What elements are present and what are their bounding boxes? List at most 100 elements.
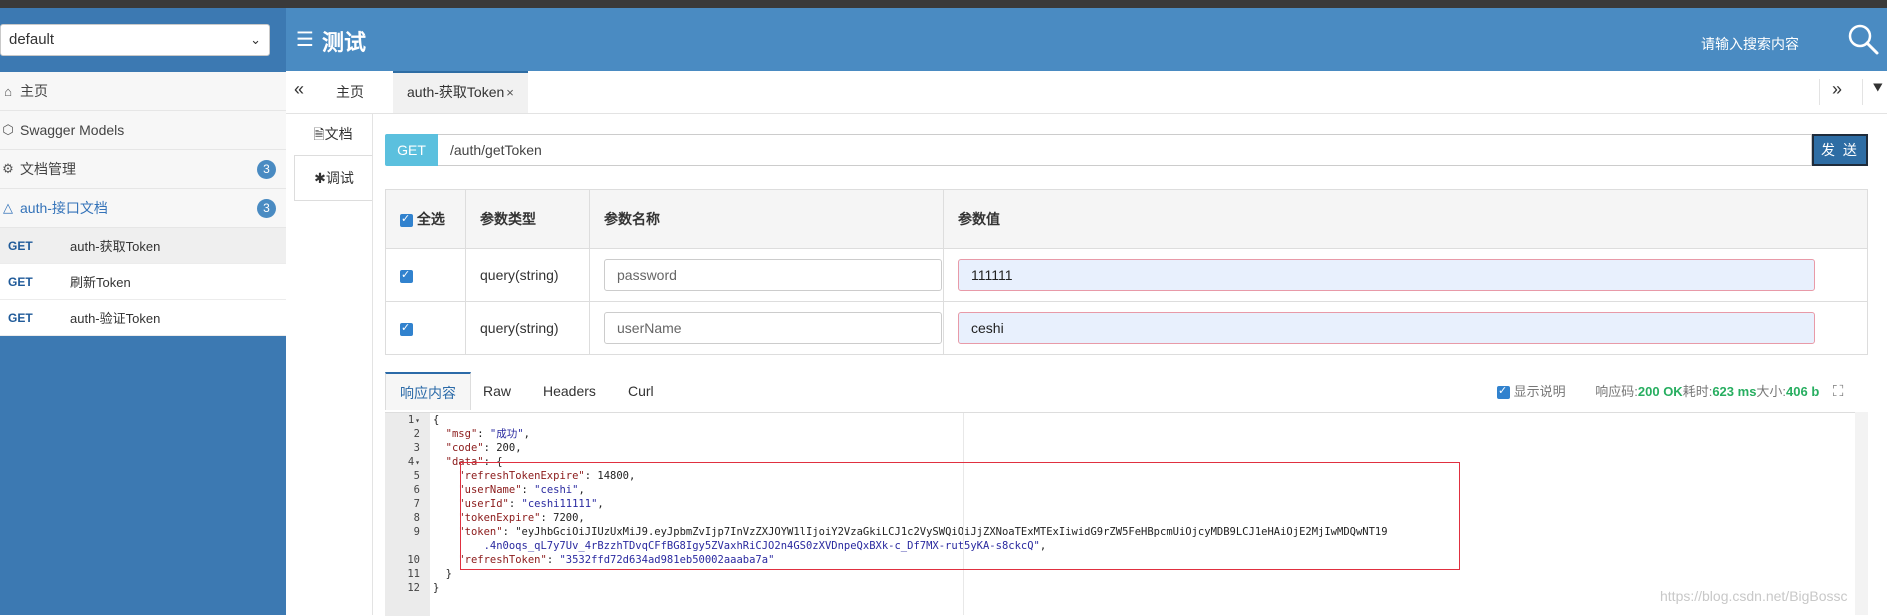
line-gutter: 1▾ 2 3 4▾ 5 6 7 8 9 10 11 12 — [385, 413, 430, 616]
count-badge: 3 — [257, 160, 276, 179]
code-line: "code": 200, — [445, 442, 522, 454]
subtab-debug[interactable]: ✱调试 — [294, 155, 373, 201]
select-all-header[interactable]: 全选 — [385, 189, 466, 249]
elapsed-value: 623 ms — [1712, 384, 1757, 399]
elapsed-label: 耗时: — [1682, 384, 1713, 399]
tab-label: 主页 — [336, 84, 364, 100]
line-number: 7 — [413, 498, 420, 510]
param-value-cell: ceshi — [943, 301, 1868, 355]
tab-curl[interactable]: Curl — [614, 372, 668, 410]
sidebar-item-home[interactable]: ⌂ 主页 — [0, 72, 286, 111]
api-item-refresh-token[interactable]: GET 刷新Token — [0, 264, 286, 300]
show-desc-label: 显示说明 — [1513, 384, 1566, 399]
table-row: query(string) password 111111 — [385, 248, 1868, 302]
subtab-label: 文档 — [324, 126, 353, 142]
cube-icon: ⬡ — [2, 122, 14, 137]
method-label: GET — [8, 274, 33, 289]
chevron-down-icon: ⌄ — [250, 32, 261, 47]
fullscreen-icon[interactable]: ⛶ — [1833, 383, 1844, 400]
file-icon: 🗎 — [313, 126, 325, 142]
param-value-input[interactable]: ceshi — [958, 312, 1815, 344]
row-checkbox-cell — [385, 248, 466, 302]
panel-divider — [372, 113, 373, 615]
line-number: 10 — [407, 554, 420, 566]
status-code-label: 响应码: — [1595, 384, 1638, 399]
bug-icon: ✱ — [314, 170, 326, 186]
param-table: 全选 参数类型 参数名称 参数值 query(string) password … — [385, 189, 1868, 355]
sidebar-item-label: 主页 — [20, 83, 48, 99]
method-label: GET — [8, 238, 33, 253]
sidebar-item-auth-docs[interactable]: △ auth-接口文档 3 — [0, 189, 286, 228]
code-line: "msg": "成功", — [445, 428, 530, 440]
group-select-value: default — [9, 31, 55, 48]
tab-raw[interactable]: Raw — [469, 372, 525, 410]
folder-icon: △ — [3, 200, 13, 215]
param-name-input[interactable]: password — [604, 259, 942, 291]
sidebar-item-doc-manage[interactable]: ⚙ 文档管理 3 — [0, 150, 286, 189]
tab-home[interactable]: 主页 — [322, 71, 378, 113]
size-label: 大小: — [1756, 384, 1787, 399]
line-number: 8 — [413, 512, 420, 524]
api-item-verify-token[interactable]: GET auth-验证Token — [0, 300, 286, 336]
watermark: https://blog.csdn.net/BigBossc — [1660, 588, 1848, 604]
url-input[interactable]: /auth/getToken — [438, 134, 1812, 166]
subtab-doc[interactable]: 🗎文档 — [294, 112, 372, 156]
api-name: auth-获取Token — [70, 239, 161, 254]
line-number: 5 — [413, 470, 420, 482]
send-button[interactable]: 发 送 — [1812, 134, 1868, 166]
sidebar: default ⌄ ⌂ 主页 ⬡ Swagger Models ⚙ 文档管理 3… — [0, 8, 286, 615]
param-name-cell: userName — [589, 301, 944, 355]
param-value-cell: 111111 — [943, 248, 1868, 302]
api-item-get-token[interactable]: GET auth-获取Token — [0, 228, 286, 264]
table-row: query(string) userName ceshi — [385, 301, 1868, 355]
line-number: 9 — [413, 526, 420, 538]
type-header: 参数类型 — [465, 189, 590, 249]
group-select[interactable]: default ⌄ — [0, 24, 270, 56]
subtab-label: 调试 — [325, 170, 354, 186]
sidebar-item-label: 文档管理 — [20, 161, 76, 177]
search-input[interactable]: 请输入搜索内容 — [1701, 34, 1799, 54]
select-all-checkbox[interactable] — [400, 212, 413, 227]
code-line: { — [433, 414, 440, 426]
home-icon: ⌂ — [4, 83, 12, 99]
tab-bar: « 主页 auth-获取Token × » ⯆ — [286, 71, 1887, 114]
tab-label: auth-获取Token — [407, 84, 505, 100]
size-value: 406 b — [1786, 384, 1820, 399]
show-desc-checkbox[interactable] — [1497, 384, 1510, 400]
row-checkbox[interactable] — [400, 321, 413, 336]
sidebar-item-label: auth-接口文档 — [20, 200, 108, 216]
select-all-label: 全选 — [416, 211, 445, 227]
row-checkbox[interactable] — [400, 268, 413, 283]
param-name-input[interactable]: userName — [604, 312, 942, 344]
line-number — [385, 539, 430, 553]
api-name: 刷新Token — [70, 275, 131, 290]
line-number: 6 — [413, 484, 420, 496]
window-top-strip — [0, 0, 1887, 8]
search-icon[interactable] — [1846, 22, 1880, 56]
sidebar-menu: ⌂ 主页 ⬡ Swagger Models ⚙ 文档管理 3 △ auth-接口… — [0, 72, 286, 336]
sidebar-item-swagger-models[interactable]: ⬡ Swagger Models — [0, 111, 286, 150]
value-header: 参数值 — [943, 189, 1868, 249]
param-name-cell: password — [589, 248, 944, 302]
api-name: auth-验证Token — [70, 311, 161, 326]
row-checkbox-cell — [385, 301, 466, 355]
status-code-value: 200 OK — [1637, 384, 1683, 399]
tabs-menu-icon[interactable]: ⯆ — [1862, 79, 1885, 105]
tabs-scroll-right-icon[interactable]: » — [1819, 79, 1842, 105]
editor-scrollbar[interactable] — [1855, 412, 1868, 615]
sidebar-item-label: Swagger Models — [20, 122, 125, 138]
param-value-input[interactable]: 111111 — [958, 259, 1815, 291]
param-type: query(string) — [465, 301, 590, 355]
line-number: 4▾ — [407, 456, 420, 468]
highlight-box — [460, 462, 1460, 570]
line-number: 3 — [413, 442, 420, 454]
menu-toggle-icon[interactable]: ☰ — [296, 27, 314, 52]
param-type: query(string) — [465, 248, 590, 302]
method-badge: GET — [385, 134, 438, 166]
tab-get-token[interactable]: auth-获取Token × — [393, 71, 528, 113]
tab-headers[interactable]: Headers — [529, 372, 610, 410]
close-icon[interactable]: × — [506, 85, 514, 100]
line-number: 1▾ — [407, 414, 420, 426]
tabs-scroll-left-icon[interactable]: « — [294, 79, 304, 100]
tab-response-content[interactable]: 响应内容 — [385, 372, 471, 410]
